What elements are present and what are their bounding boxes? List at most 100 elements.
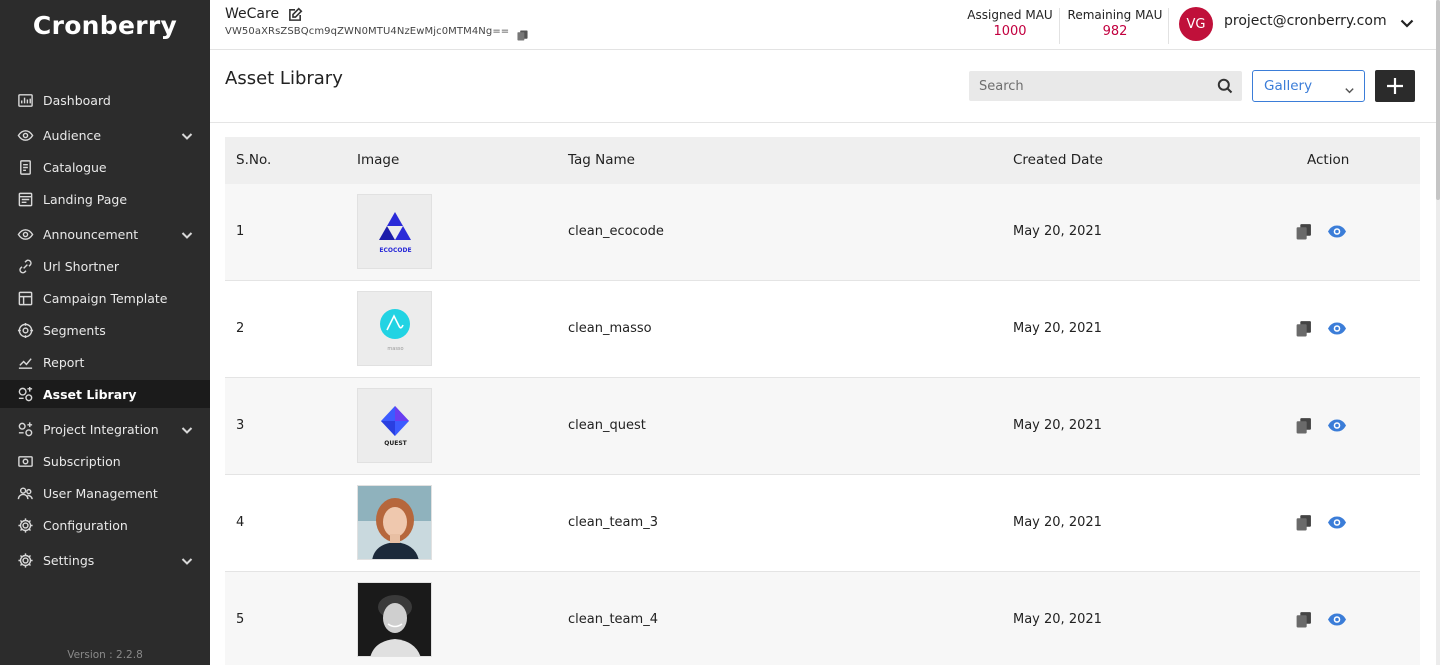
logo-text: Cronberry: [32, 10, 178, 40]
view-eye-icon[interactable]: [1327, 223, 1347, 240]
row-tag-name: clean_team_3: [568, 515, 658, 530]
masso-logo: masso: [358, 292, 431, 365]
project-key: VW50aXRsZSBQcm9qZWN0MTU4NzEwMjc0MTM4Ng==: [225, 26, 510, 37]
masso-logo-image[interactable]: masso: [357, 291, 432, 366]
landing-page-icon: [16, 190, 34, 208]
chevron-down-icon: [1344, 81, 1355, 94]
copy-key-icon[interactable]: [517, 26, 528, 41]
add-asset-button[interactable]: [1375, 70, 1415, 102]
remaining-mau: Remaining MAU 982: [1065, 8, 1165, 39]
sidebar-item-settings[interactable]: Settings: [0, 546, 210, 574]
view-eye-icon[interactable]: [1327, 514, 1347, 531]
masso-logo-text: masso: [387, 346, 403, 352]
header-divider: [1168, 8, 1169, 44]
sidebar-item-url-shortner[interactable]: Url Shortner: [0, 252, 210, 280]
eye-icon: [16, 225, 34, 243]
chevron-down-icon[interactable]: [180, 128, 194, 142]
sidebar-item-landing-page[interactable]: Landing Page: [0, 185, 210, 213]
sidebar-item-catalogue[interactable]: Catalogue: [0, 153, 210, 181]
table-row: 5 clean_team_4 May 20, 2021: [225, 572, 1420, 665]
ecocode-logo-text: ECOCODE: [379, 247, 411, 254]
link-icon: [16, 257, 34, 275]
table-row: 4 clean_team_3 May 20, 2021: [225, 475, 1420, 572]
row-sno: 5: [236, 612, 245, 627]
row-sno: 3: [236, 418, 245, 433]
sidebar-item-dashboard[interactable]: Dashboard: [0, 86, 210, 114]
quest-logo-text: QUEST: [384, 440, 407, 447]
chevron-down-icon[interactable]: [180, 227, 194, 241]
sidebar-item-label: Catalogue: [43, 159, 107, 175]
sidebar-item-audience[interactable]: Audience: [0, 121, 210, 149]
remaining-mau-label: Remaining MAU: [1067, 8, 1163, 22]
assigned-mau: Assigned MAU 1000: [962, 8, 1058, 39]
integration-icon: [16, 420, 34, 438]
row-created-date: May 20, 2021: [1013, 321, 1102, 336]
sidebar-item-label: User Management: [43, 485, 158, 501]
search-box: [969, 71, 1242, 101]
table-header: S.No. Image Tag Name Created Date Action: [225, 137, 1420, 184]
chevron-down-icon[interactable]: [180, 553, 194, 567]
sidebar-item-label: Subscription: [43, 453, 121, 469]
sidebar-item-label: Segments: [43, 322, 106, 338]
scrollbar-thumb[interactable]: [1436, 0, 1440, 200]
sidebar-item-subscription[interactable]: Subscription: [0, 447, 210, 475]
quest-logo-image[interactable]: QUEST: [357, 388, 432, 463]
sidebar-item-label: Announcement: [43, 226, 139, 242]
quest-logo: QUEST: [358, 389, 431, 462]
copy-icon[interactable]: [1295, 320, 1312, 337]
row-created-date: May 20, 2021: [1013, 418, 1102, 433]
sidebar-item-project-integration[interactable]: Project Integration: [0, 415, 210, 443]
row-created-date: May 20, 2021: [1013, 515, 1102, 530]
sidebar-item-segments[interactable]: Segments: [0, 316, 210, 344]
search-icon[interactable]: [1217, 78, 1233, 94]
sidebar-item-campaign-template[interactable]: Campaign Template: [0, 284, 210, 312]
copy-icon[interactable]: [1295, 417, 1312, 434]
search-input[interactable]: [969, 71, 1209, 101]
column-header-action: Action: [1307, 152, 1350, 168]
chevron-down-icon[interactable]: [180, 422, 194, 436]
sidebar-item-label: Audience: [43, 127, 102, 143]
team-photo-man-image[interactable]: [357, 582, 432, 657]
copy-icon[interactable]: [1295, 223, 1312, 240]
sidebar-item-label: Report: [43, 354, 85, 370]
gear-icon: [16, 551, 34, 569]
copy-icon[interactable]: [1295, 514, 1312, 531]
users-icon: [16, 484, 34, 502]
page-title-bar: Asset Library Gallery: [210, 51, 1436, 123]
gear-icon: [16, 516, 34, 534]
user-email[interactable]: project@cronberry.com: [1224, 13, 1387, 29]
view-eye-icon[interactable]: [1327, 320, 1347, 337]
view-eye-icon[interactable]: [1327, 417, 1347, 434]
sidebar-item-configuration[interactable]: Configuration: [0, 511, 210, 539]
edit-icon[interactable]: [288, 7, 303, 22]
report-icon: [16, 353, 34, 371]
column-header-sno: S.No.: [236, 152, 272, 168]
view-eye-icon[interactable]: [1327, 611, 1347, 628]
sidebar-item-report[interactable]: Report: [0, 348, 210, 376]
sidebar-item-announcement[interactable]: Announcement: [0, 220, 210, 248]
page-scrollbar[interactable]: [1436, 0, 1440, 665]
plus-icon: [1387, 78, 1403, 94]
avatar[interactable]: VG: [1179, 7, 1213, 41]
view-mode-select[interactable]: Gallery: [1252, 70, 1365, 102]
sidebar-item-label: Campaign Template: [43, 290, 168, 306]
sidebar-item-user-management[interactable]: User Management: [0, 479, 210, 507]
subscription-icon: [16, 452, 34, 470]
team-photo-woman-image[interactable]: [357, 485, 432, 560]
copy-icon[interactable]: [1295, 611, 1312, 628]
row-sno: 2: [236, 321, 245, 336]
sidebar-item-label: Asset Library: [43, 386, 137, 402]
template-icon: [16, 289, 34, 307]
asset-library-icon: [16, 385, 34, 403]
ecocode-logo-image[interactable]: ECOCODE: [357, 194, 432, 269]
sidebar-item-label: Configuration: [43, 517, 128, 533]
chevron-down-icon[interactable]: [1399, 15, 1415, 31]
app-logo[interactable]: Cronberry: [0, 0, 210, 50]
assigned-mau-label: Assigned MAU: [967, 8, 1053, 22]
sidebar-item-asset-library[interactable]: Asset Library: [0, 380, 210, 408]
catalogue-icon: [16, 158, 34, 176]
assigned-mau-value: 1000: [993, 24, 1027, 39]
table-row: 2 masso clean_masso May 20, 2021: [225, 281, 1420, 378]
page-title: Asset Library: [225, 68, 343, 89]
sidebar-item-label: Dashboard: [43, 92, 111, 108]
